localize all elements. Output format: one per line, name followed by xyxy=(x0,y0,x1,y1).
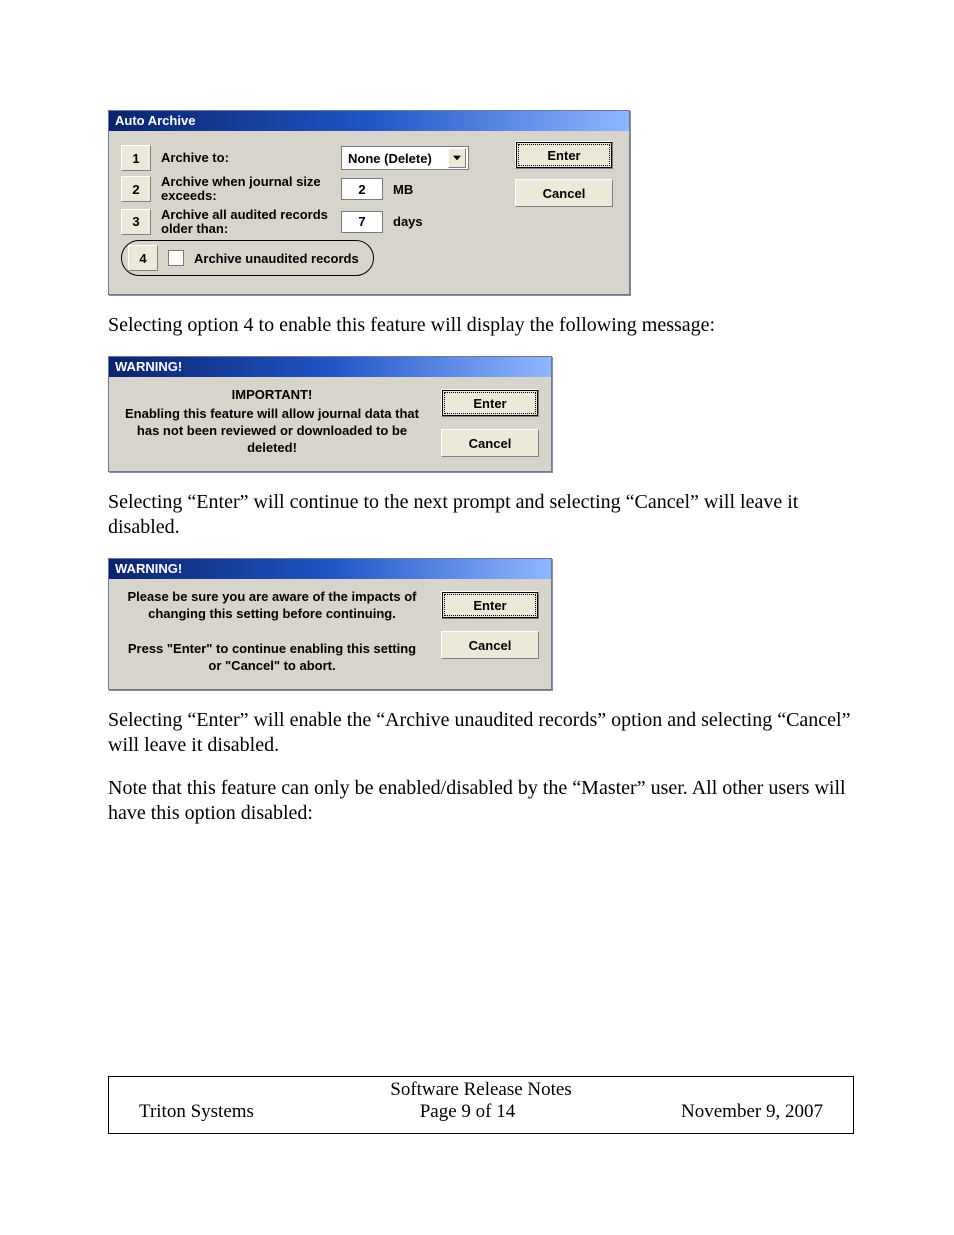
dialog-title: WARNING! xyxy=(109,357,551,377)
cancel-button[interactable]: Cancel xyxy=(441,631,539,659)
option-4-highlight: 4 Archive unaudited records xyxy=(121,240,374,276)
paragraph-1: Selecting option 4 to enable this featur… xyxy=(108,313,854,338)
unit-mb: MB xyxy=(393,182,433,197)
warning-dialog-2: WARNING! Please be sure you are aware of… xyxy=(108,558,552,690)
page-footer: Software Release Notes Triton Systems Pa… xyxy=(108,1076,854,1134)
option-3-button[interactable]: 3 xyxy=(121,209,151,235)
archive-to-value: None (Delete) xyxy=(348,151,432,166)
option-3-label: Archive all audited records older than: xyxy=(161,208,331,237)
journal-size-input[interactable]: 2 xyxy=(341,178,383,200)
enter-button[interactable]: Enter xyxy=(441,389,539,417)
option-2-label: Archive when journal size exceeds: xyxy=(161,175,331,204)
enter-button[interactable]: Enter xyxy=(515,141,613,169)
dialog-title: Auto Archive xyxy=(109,111,629,131)
cancel-button[interactable]: Cancel xyxy=(515,179,613,207)
footer-right: November 9, 2007 xyxy=(681,1101,823,1123)
warning-dialog-1: WARNING! IMPORTANT! Enabling this featur… xyxy=(108,356,552,472)
option-4-label: Archive unaudited records xyxy=(194,251,359,266)
archive-unaudited-checkbox[interactable] xyxy=(168,250,184,266)
days-input[interactable]: 7 xyxy=(341,211,383,233)
cancel-button[interactable]: Cancel xyxy=(441,429,539,457)
dialog-title: WARNING! xyxy=(109,559,551,579)
warning-message-2: Press "Enter" to continue enabling this … xyxy=(121,641,423,675)
footer-left: Triton Systems xyxy=(139,1101,254,1123)
option-1-label: Archive to: xyxy=(161,151,331,165)
paragraph-4: Note that this feature can only be enabl… xyxy=(108,776,854,826)
archive-to-dropdown[interactable]: None (Delete) xyxy=(341,146,469,170)
auto-archive-dialog: Auto Archive 1 Archive to: None (Delete) xyxy=(108,110,630,295)
option-1-button[interactable]: 1 xyxy=(121,145,151,171)
footer-title: Software Release Notes xyxy=(109,1077,853,1101)
option-2-button[interactable]: 2 xyxy=(121,176,151,202)
enter-button[interactable]: Enter xyxy=(441,591,539,619)
unit-days: days xyxy=(393,214,433,229)
warning-heading: IMPORTANT! xyxy=(121,387,423,404)
warning-message-1: Please be sure you are aware of the impa… xyxy=(121,589,423,623)
option-4-button[interactable]: 4 xyxy=(128,245,158,271)
chevron-down-icon xyxy=(448,148,466,168)
footer-center: Page 9 of 14 xyxy=(420,1101,516,1123)
paragraph-3: Selecting “Enter” will enable the “Archi… xyxy=(108,708,854,758)
warning-message: Enabling this feature will allow journal… xyxy=(125,406,419,455)
paragraph-2: Selecting “Enter” will continue to the n… xyxy=(108,490,854,540)
